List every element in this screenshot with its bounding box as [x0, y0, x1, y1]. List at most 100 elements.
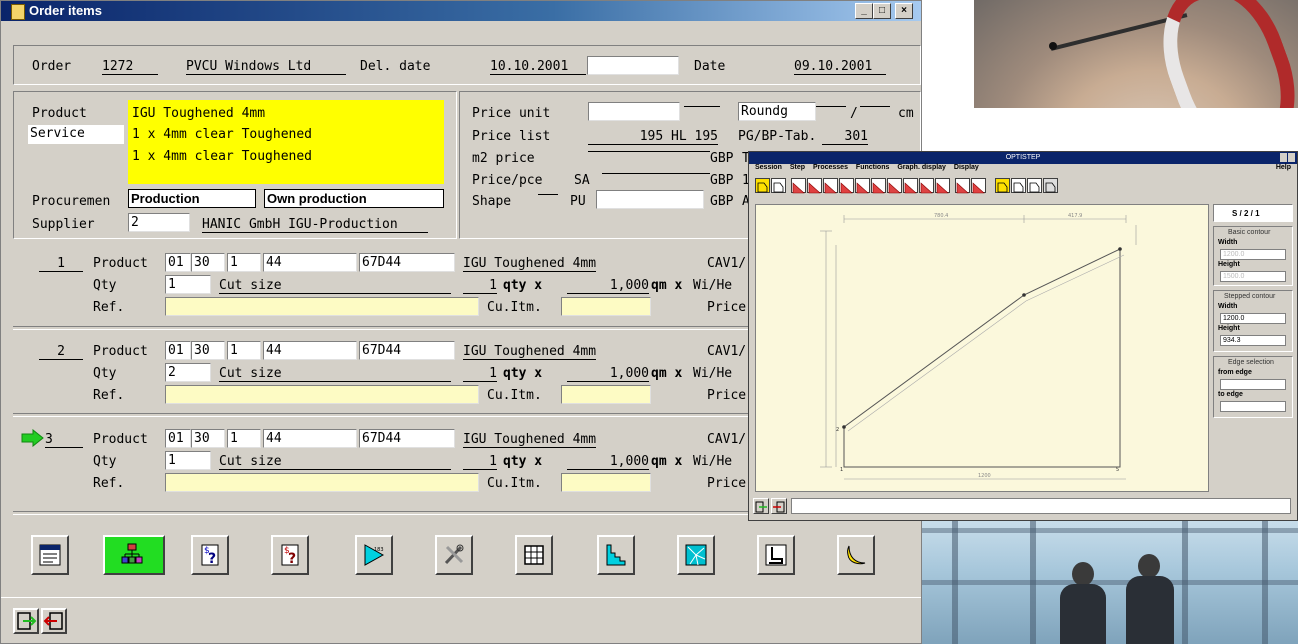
- tools-icon[interactable]: [435, 535, 473, 575]
- optistep-tool-button[interactable]: [995, 178, 1010, 193]
- optistep-tool-button[interactable]: [855, 178, 870, 194]
- banana-icon[interactable]: [837, 535, 875, 575]
- price-query-red-icon[interactable]: $?: [271, 535, 309, 575]
- chair-icon[interactable]: [757, 535, 795, 575]
- item-qty-x: qty x: [503, 454, 543, 469]
- item-product-label: Product: [93, 256, 148, 271]
- item-code-3-input[interactable]: 1: [227, 253, 261, 272]
- pu-input[interactable]: [596, 190, 704, 209]
- item-qm-value: 1,000: [567, 278, 649, 294]
- del-date-label: Del. date: [360, 59, 431, 74]
- optistep-tool-button[interactable]: [771, 178, 786, 193]
- menu-functions[interactable]: Functions: [856, 164, 889, 171]
- item-ref-input[interactable]: [165, 473, 479, 492]
- product-label: Product: [32, 106, 87, 121]
- optistep-tool-button[interactable]: [903, 178, 918, 194]
- item-code-5-input[interactable]: 67D44: [359, 341, 455, 360]
- item-qty-label: Qty: [93, 278, 117, 293]
- optistep-tool-button[interactable]: [1011, 178, 1026, 193]
- item-code-5-input[interactable]: 67D44: [359, 253, 455, 272]
- item-code-2-input[interactable]: 30: [191, 429, 225, 448]
- optistep-tool-button[interactable]: [791, 178, 806, 194]
- item-code-1-input[interactable]: 01: [165, 429, 191, 448]
- exit-icon[interactable]: [13, 608, 39, 634]
- optistep-minimize-button[interactable]: [1280, 153, 1287, 162]
- supplier-number-input[interactable]: 2: [128, 213, 190, 232]
- optistep-tool-button[interactable]: [935, 178, 950, 194]
- item-code-5-input[interactable]: 67D44: [359, 429, 455, 448]
- menu-display[interactable]: Display: [954, 164, 979, 171]
- menu-graph-display[interactable]: Graph. display: [897, 164, 946, 171]
- optistep-back-icon[interactable]: [771, 498, 787, 514]
- svg-text:?: ?: [288, 551, 296, 567]
- menu-step[interactable]: Step: [790, 164, 805, 171]
- to-edge-field[interactable]: [1220, 401, 1286, 412]
- item-qty-x: qty x: [503, 366, 543, 381]
- back-icon[interactable]: [41, 608, 67, 634]
- optistep-tool-button[interactable]: [807, 178, 822, 194]
- optistep-tool-button[interactable]: [823, 178, 838, 194]
- close-button[interactable]: ×: [895, 3, 913, 19]
- item-cu-itm-input[interactable]: [561, 473, 651, 492]
- procurement-input[interactable]: Production: [128, 189, 256, 208]
- dim-top-left: 780.4: [934, 213, 948, 219]
- item-qty-input[interactable]: 1: [165, 451, 211, 470]
- item-code-1-input[interactable]: 01: [165, 341, 191, 360]
- item-code-3-input[interactable]: 1: [227, 341, 261, 360]
- item-cav: CAV1/: [707, 344, 747, 359]
- stepped-width-field[interactable]: 1200.0: [1220, 313, 1286, 324]
- optistep-tool-button[interactable]: [887, 178, 902, 194]
- item-code-2-input[interactable]: 30: [191, 253, 225, 272]
- item-code-1-input[interactable]: 01: [165, 253, 191, 272]
- menu-help[interactable]: Help: [1276, 164, 1291, 171]
- minimize-button[interactable]: _: [855, 3, 873, 19]
- price-unit-input[interactable]: [588, 102, 680, 121]
- drawing-canvas[interactable]: 2 1 5 780.4 417.9 1200: [755, 204, 1209, 492]
- delivery-date-input[interactable]: [587, 56, 679, 75]
- item-code-4-input[interactable]: 44: [263, 341, 357, 360]
- broken-glass-icon[interactable]: [677, 535, 715, 575]
- optistep-tool-button[interactable]: [871, 178, 886, 194]
- item-cu-itm-input[interactable]: [561, 297, 651, 316]
- item-code-2-input[interactable]: 30: [191, 341, 225, 360]
- grid-icon[interactable]: [515, 535, 553, 575]
- hierarchy-icon[interactable]: [103, 535, 165, 575]
- item-cut-size: Cut size: [219, 366, 451, 382]
- optistep-tool-button[interactable]: [955, 178, 970, 194]
- optistep-exit-icon[interactable]: [753, 498, 769, 514]
- product-value: IGU Toughened 4mm: [132, 106, 266, 121]
- optistep-close-button[interactable]: [1288, 153, 1295, 162]
- measure-shape-icon[interactable]: 183: [355, 535, 393, 575]
- item-cu-itm-input[interactable]: [561, 385, 651, 404]
- item-cu-itm-label: Cu.Itm.: [487, 476, 542, 491]
- optistep-tool-button[interactable]: [971, 178, 986, 194]
- step-shape-icon[interactable]: [597, 535, 635, 575]
- from-edge-field[interactable]: [1220, 379, 1286, 390]
- item-qty-input[interactable]: 1: [165, 275, 211, 294]
- optistep-tool-button[interactable]: [755, 178, 770, 193]
- optistep-tool-button[interactable]: [1043, 178, 1058, 193]
- maximize-button[interactable]: □: [873, 3, 891, 19]
- optistep-tool-button[interactable]: [1027, 178, 1042, 193]
- item-code-4-input[interactable]: 44: [263, 253, 357, 272]
- procurement-type-input[interactable]: Own production: [264, 189, 444, 208]
- basic-height-field[interactable]: 1500.0: [1220, 271, 1286, 282]
- stepped-height-field[interactable]: 934.3: [1220, 335, 1286, 346]
- title-bar[interactable]: Order items _ □ ×: [1, 1, 921, 21]
- item-ref-input[interactable]: [165, 297, 479, 316]
- item-product-label: Product: [93, 344, 148, 359]
- item-ref-input[interactable]: [165, 385, 479, 404]
- item-qm-value: 1,000: [567, 454, 649, 470]
- optistep-tool-button[interactable]: [839, 178, 854, 194]
- item-code-4-input[interactable]: 44: [263, 429, 357, 448]
- basic-width-field[interactable]: 1200.0: [1220, 249, 1286, 260]
- form-icon[interactable]: [31, 535, 69, 575]
- step-code: S / 2 / 1: [1232, 209, 1260, 218]
- item-qty-input[interactable]: 2: [165, 363, 211, 382]
- price-query-icon[interactable]: $?: [191, 535, 229, 575]
- menu-session[interactable]: Session: [755, 164, 782, 171]
- menu-processes[interactable]: Processes: [813, 164, 848, 171]
- item-code-3-input[interactable]: 1: [227, 429, 261, 448]
- roundg-label: Roundg: [738, 102, 816, 121]
- optistep-tool-button[interactable]: [919, 178, 934, 194]
